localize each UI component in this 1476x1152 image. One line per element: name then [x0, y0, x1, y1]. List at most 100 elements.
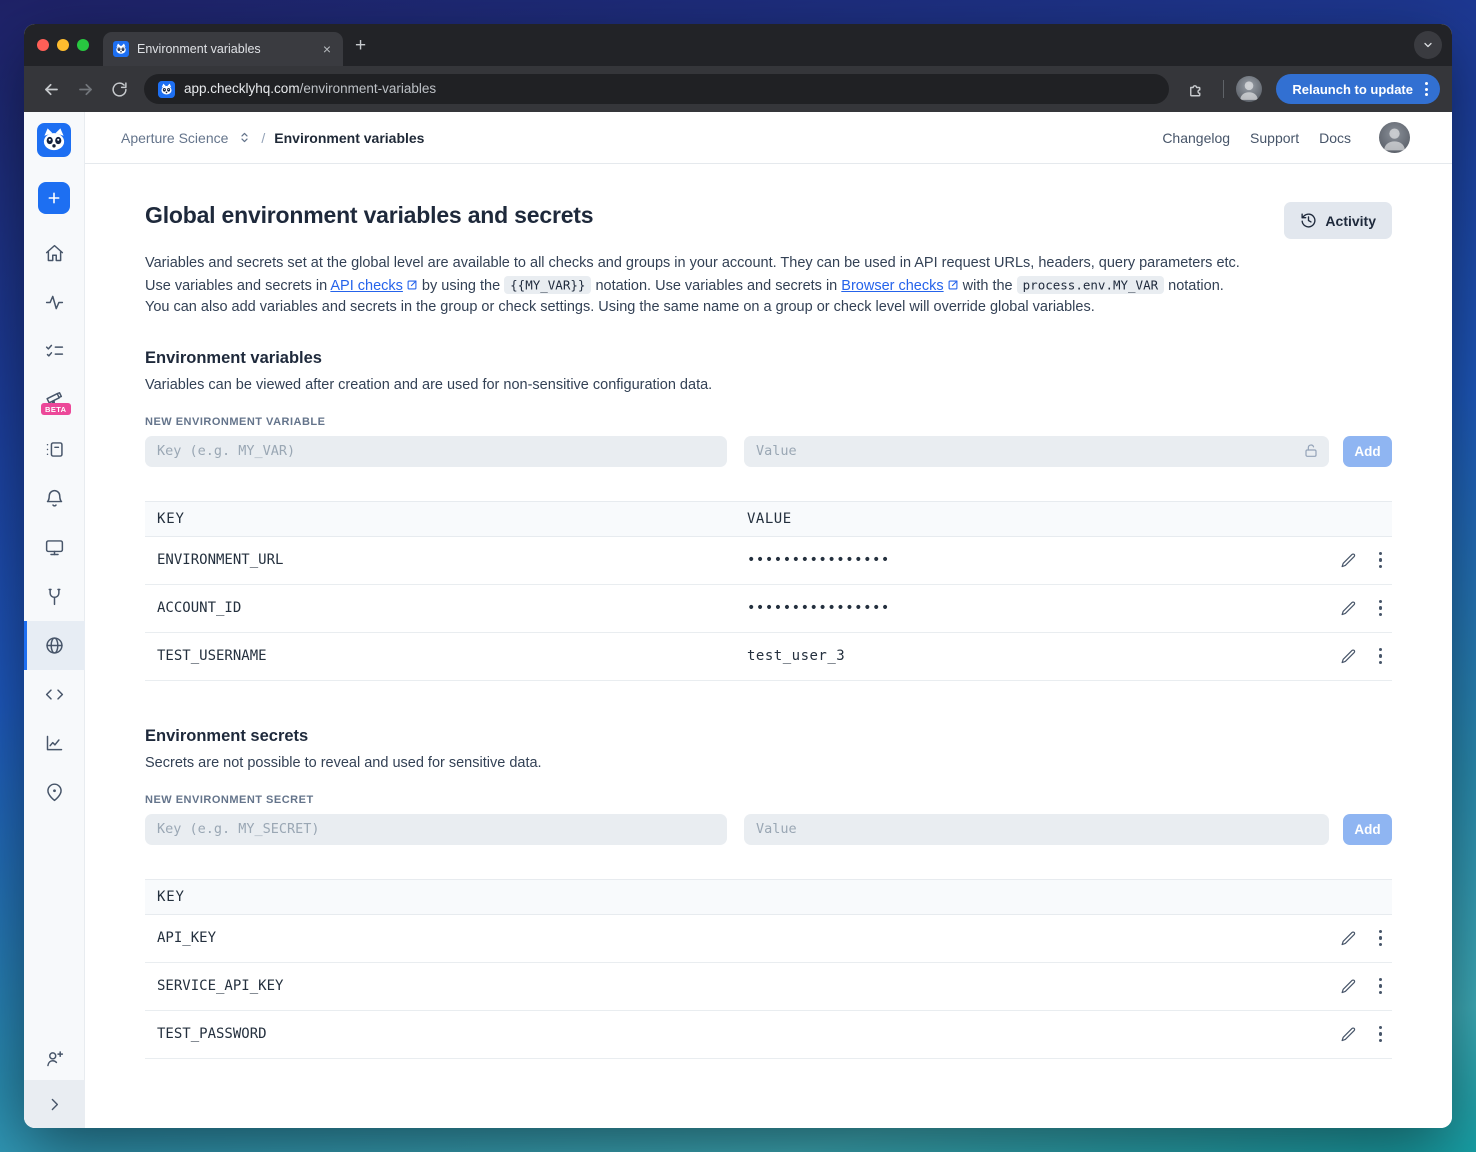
- chevron-right-icon: [51, 1098, 58, 1110]
- browser-menu-icon[interactable]: [1421, 82, 1432, 96]
- map-pin-icon: [46, 783, 62, 802]
- variable-key: ENVIRONMENT_URL: [157, 552, 284, 568]
- tab-close-icon[interactable]: ×: [319, 40, 335, 58]
- variable-key: ACCOUNT_ID: [157, 600, 242, 616]
- sidebar-item-run-log[interactable]: [24, 425, 85, 474]
- tab-title: Environment variables: [137, 42, 261, 56]
- breadcrumb: Aperture Science / Environment variables: [121, 130, 424, 146]
- row-menu-icon[interactable]: [1377, 646, 1384, 666]
- sidebar-item-monitors[interactable]: [24, 278, 85, 327]
- sidebar-item-dashboards[interactable]: [24, 523, 85, 572]
- table-row: TEST_PASSWORD: [145, 1011, 1392, 1059]
- variable-key-input[interactable]: [145, 435, 727, 467]
- secret-key: API_KEY: [157, 930, 217, 946]
- breadcrumb-current: Environment variables: [274, 129, 425, 146]
- code-chip: process.env.MY_VAR: [1016, 276, 1165, 294]
- variable-value-input[interactable]: [744, 435, 1329, 467]
- user-plus-icon: [46, 1050, 63, 1066]
- changelog-link[interactable]: Changelog: [1162, 130, 1230, 146]
- arrow-right-icon: [78, 83, 92, 95]
- secrets-table: KEY API_KEY SERVICE_API_KEY TEST_PASSWOR…: [145, 878, 1392, 1059]
- forward-button[interactable]: [70, 74, 100, 104]
- browser-toolbar: app.checklyhq.com/environment-variables …: [24, 66, 1452, 112]
- home-icon: [45, 244, 63, 262]
- create-new-button[interactable]: [38, 182, 70, 214]
- sidebar-item-private-locations[interactable]: [24, 768, 85, 817]
- edit-pencil-icon[interactable]: [1340, 600, 1357, 617]
- sidebar-item-home[interactable]: [24, 229, 85, 278]
- lock-open-icon[interactable]: [1303, 443, 1319, 459]
- variables-table: KEY VALUE ENVIRONMENT_URL ••••••••••••••…: [145, 500, 1392, 681]
- checkly-favicon-icon: [158, 80, 175, 98]
- variable-value-masked: ••••••••••••••••: [747, 552, 890, 568]
- add-variable-button[interactable]: Add: [1343, 435, 1392, 467]
- puzzle-icon: [1190, 85, 1201, 97]
- variable-value: test_user_3: [747, 648, 846, 664]
- secrets-section-description: Secrets are not possible to reveal and u…: [145, 754, 542, 771]
- back-button[interactable]: [36, 74, 66, 104]
- activity-button[interactable]: Activity: [1284, 202, 1392, 239]
- reload-button[interactable]: [104, 74, 134, 104]
- user-avatar[interactable]: [1379, 122, 1410, 153]
- docs-link[interactable]: Docs: [1319, 130, 1351, 146]
- secret-value-input[interactable]: [744, 813, 1329, 845]
- main-panel: Global environment variables and secrets…: [85, 164, 1452, 1128]
- sidebar-expand-button[interactable]: [24, 1080, 85, 1128]
- api-checks-link[interactable]: API checks: [330, 278, 418, 294]
- beta-badge: BETA: [40, 403, 71, 415]
- browser-tab[interactable]: Environment variables ×: [103, 32, 343, 66]
- edit-pencil-icon[interactable]: [1340, 1026, 1357, 1043]
- monitor-icon: [45, 540, 63, 556]
- checkly-logo-icon[interactable]: [37, 123, 71, 157]
- new-tab-button[interactable]: +: [343, 32, 380, 66]
- edit-pencil-icon[interactable]: [1340, 552, 1357, 569]
- row-menu-icon[interactable]: [1377, 928, 1384, 948]
- edit-pencil-icon[interactable]: [1340, 978, 1357, 995]
- sidebar-item-maintenance[interactable]: [24, 572, 85, 621]
- external-link-icon: [407, 280, 417, 289]
- secret-key-input[interactable]: [145, 813, 727, 845]
- address-bar[interactable]: app.checklyhq.com/environment-variables: [144, 74, 1170, 104]
- extensions-button[interactable]: [1181, 74, 1211, 104]
- checklist-icon: [45, 344, 63, 357]
- chevron-up-down-icon[interactable]: [237, 130, 252, 145]
- row-menu-icon[interactable]: [1377, 976, 1384, 996]
- checkly-favicon-icon: [113, 41, 129, 57]
- row-menu-icon[interactable]: [1377, 1024, 1384, 1044]
- new-secret-form: Add: [145, 813, 1392, 845]
- sidebar-item-analytics[interactable]: [24, 719, 85, 768]
- bell-icon: [46, 489, 62, 507]
- traffic-lights: [24, 24, 103, 66]
- row-menu-icon[interactable]: [1377, 550, 1384, 570]
- support-link[interactable]: Support: [1250, 130, 1299, 146]
- browser-checks-link[interactable]: Browser checks: [841, 278, 958, 294]
- browser-profile-avatar[interactable]: [1236, 76, 1263, 102]
- sidebar-item-snippets[interactable]: [24, 670, 85, 719]
- row-menu-icon[interactable]: [1377, 598, 1384, 618]
- tab-search-button[interactable]: [1414, 31, 1442, 59]
- toolbar-divider: [1223, 80, 1225, 98]
- variable-value-masked: ••••••••••••••••: [747, 600, 890, 616]
- sidebar-item-checks[interactable]: [24, 327, 85, 376]
- sidebar-item-alerts[interactable]: [24, 474, 85, 523]
- minimize-window-button[interactable]: [57, 39, 69, 51]
- zoom-window-button[interactable]: [77, 39, 89, 51]
- account-switcher[interactable]: Aperture Science: [121, 130, 228, 146]
- sidebar: BETA: [24, 112, 85, 1128]
- chart-icon: [46, 735, 62, 751]
- arrow-left-icon: [44, 83, 58, 95]
- close-window-button[interactable]: [37, 39, 49, 51]
- breadcrumb-separator: /: [261, 129, 266, 146]
- variables-section-heading: Environment variables: [145, 348, 322, 367]
- globe-icon: [45, 637, 63, 654]
- table-row: ACCOUNT_ID ••••••••••••••••: [145, 585, 1392, 633]
- page-description: Variables and secrets set at the global …: [145, 255, 1240, 315]
- code-chip: {{MY_VAR}}: [504, 276, 592, 294]
- sidebar-item-synthetics-beta[interactable]: BETA: [24, 376, 85, 425]
- sidebar-item-environment-variables[interactable]: [24, 621, 85, 670]
- sidebar-item-invite-user[interactable]: [24, 1036, 85, 1080]
- edit-pencil-icon[interactable]: [1340, 930, 1357, 947]
- relaunch-to-update-button[interactable]: Relaunch to update: [1276, 74, 1440, 104]
- edit-pencil-icon[interactable]: [1340, 648, 1357, 665]
- add-secret-button[interactable]: Add: [1343, 813, 1392, 845]
